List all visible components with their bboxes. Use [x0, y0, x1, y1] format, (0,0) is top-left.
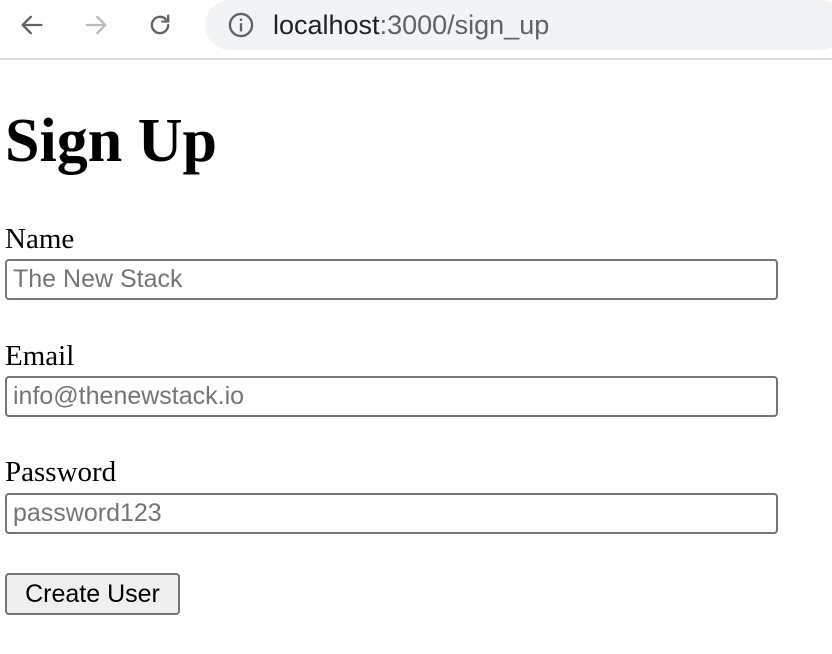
- page-title: Sign Up: [5, 107, 217, 175]
- browser-toolbar: localhost:3000/sign_up: [0, 0, 832, 60]
- reload-button[interactable]: [143, 8, 177, 42]
- arrow-left-icon: [21, 15, 43, 35]
- forward-button[interactable]: [79, 8, 113, 42]
- name-label: Name: [5, 223, 75, 255]
- url-host: localhost: [273, 10, 380, 40]
- address-bar[interactable]: localhost:3000/sign_up: [205, 0, 832, 50]
- name-input[interactable]: [5, 259, 778, 300]
- reload-icon: [150, 14, 170, 35]
- url-path: :3000/sign_up: [379, 10, 550, 40]
- back-button[interactable]: [15, 8, 49, 42]
- email-input[interactable]: [5, 376, 778, 417]
- arrow-right-icon: [85, 15, 107, 35]
- password-input[interactable]: [5, 493, 778, 534]
- password-label: Password: [5, 456, 117, 488]
- info-icon[interactable]: [227, 11, 255, 39]
- email-label: Email: [5, 340, 75, 372]
- create-user-button[interactable]: Create User: [5, 573, 180, 615]
- url-text: localhost:3000/sign_up: [273, 8, 549, 42]
